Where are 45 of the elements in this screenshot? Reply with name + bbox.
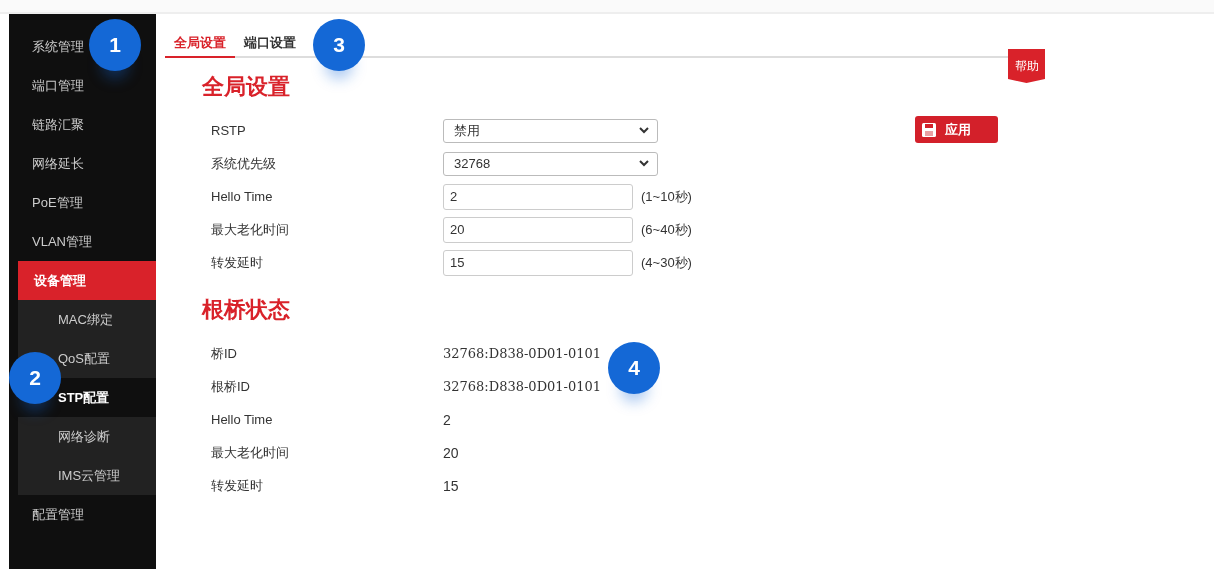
input-field[interactable]: 20 [443,216,633,243]
sidebar-subitem[interactable]: 网络诊断 [18,417,156,456]
sidebar-item[interactable]: 网络延长 [9,144,84,183]
range-hint: (6~40秒) [641,220,692,239]
tab[interactable]: 端口设置 [235,34,305,56]
status-label: 最大老化时间 [211,443,290,462]
sidebar-item[interactable]: 系统管理 [9,27,84,66]
sidebar-item[interactable]: 设备管理 [18,261,156,300]
tab[interactable]: 全局设置 [165,34,235,58]
sidebar-item[interactable]: 配置管理 [9,495,84,534]
field-label: 最大老化时间 [211,220,290,239]
input-field[interactable]: 2 [443,183,633,210]
input-field[interactable]: 15 [443,249,633,276]
callout-tooltip: 3 [313,19,365,71]
callout-tooltip: 4 [608,342,660,394]
field-label: Hello Time [211,189,274,204]
field-label: 转发延时 [211,253,264,272]
chevron-down-icon [639,127,649,134]
section-title: 全局设置 [202,73,291,101]
status-value: 2 [443,411,451,428]
chevron-down-icon [639,160,649,167]
field-label: RSTP [211,123,247,138]
section-title: 根桥状态 [202,296,291,324]
sidebar-subitem[interactable]: MAC绑定 [18,300,156,339]
status-value: 32768:D838-0D01-0101 [443,379,602,394]
sidebar-item[interactable]: VLAN管理 [9,222,92,261]
range-hint: (4~30秒) [641,253,692,272]
sidebar-subitem[interactable]: IMS云管理 [18,456,156,495]
status-value: 32768:D838-0D01-0101 [443,346,602,361]
status-label: 转发延时 [211,476,264,495]
status-label: 桥ID [211,344,238,363]
select-field[interactable]: 禁用 [443,118,658,143]
range-hint: (1~10秒) [641,187,692,206]
field-label: 系统优先级 [211,154,277,173]
sidebar-item[interactable]: 链路汇聚 [9,105,84,144]
status-label: Hello Time [211,412,274,427]
status-value: 20 [443,444,459,461]
sidebar-item[interactable]: PoE管理 [9,183,83,222]
select-field[interactable]: 32768 [443,151,658,176]
apply-button[interactable]: 应用 [915,116,998,143]
status-label: 根桥ID [211,377,251,396]
sidebar-item[interactable]: 端口管理 [9,66,84,105]
status-value: 15 [443,477,459,494]
help-tab[interactable]: 帮助 [1008,49,1045,83]
save-icon [921,121,937,138]
